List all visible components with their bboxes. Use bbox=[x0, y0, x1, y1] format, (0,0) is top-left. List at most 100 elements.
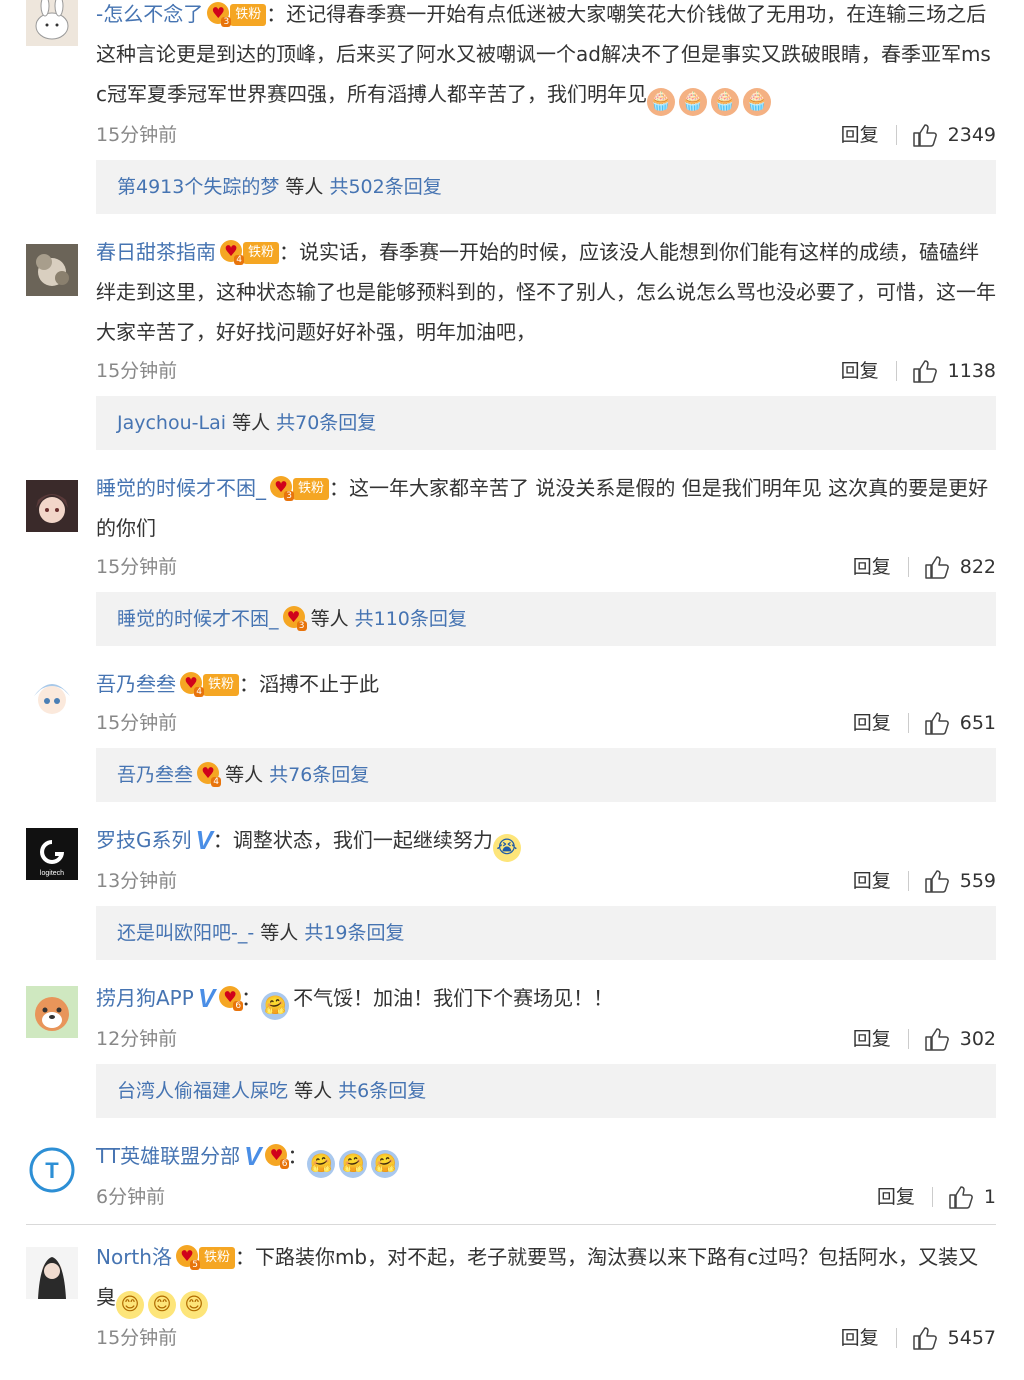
fan-badge[interactable]: ♥ 6 bbox=[219, 986, 244, 1011]
thumbs-up-outline-icon bbox=[924, 556, 949, 579]
comment-list: -怎么不念了 ♥ 3 铁粉 ：还记得春季赛一开始有点低迷被大家嘲笑花大价钱做了无用功，在… bbox=[0, 0, 1024, 1357]
reply-user-link[interactable]: 还是叫欧阳吧-_- bbox=[117, 922, 254, 944]
username-link[interactable]: 吾乃叁叁 bbox=[96, 672, 176, 696]
comment-actions: 回复 559 bbox=[853, 862, 996, 900]
like-count: 822 bbox=[959, 556, 996, 578]
timestamp: 15分钟前 bbox=[96, 712, 178, 734]
reply-count-link[interactable]: 共110条回复 bbox=[355, 608, 467, 630]
logitech-logo-text: logitech bbox=[40, 870, 64, 877]
reply-button[interactable]: 回复 bbox=[853, 548, 891, 586]
reply-count-link[interactable]: 共6条回复 bbox=[338, 1080, 426, 1102]
avatar[interactable]: logitech bbox=[26, 828, 78, 880]
smile-emoji-icon: 😊 bbox=[148, 1291, 176, 1319]
username-link[interactable]: 罗技G系列 bbox=[96, 828, 192, 852]
reply-user-link[interactable]: 台湾人偷福建人屎吃 bbox=[117, 1080, 288, 1102]
username-link[interactable]: North洛 bbox=[96, 1245, 172, 1269]
replies-summary[interactable]: 第4913个失踪的梦 等人 共502条回复 bbox=[96, 160, 996, 214]
reply-user-link[interactable]: 吾乃叁叁 bbox=[117, 764, 193, 786]
reply-button[interactable]: 回复 bbox=[853, 704, 891, 742]
like-count: 2349 bbox=[947, 124, 996, 146]
reply-button[interactable]: 回复 bbox=[853, 862, 891, 900]
reply-button[interactable]: 回复 bbox=[853, 1020, 891, 1058]
like-button[interactable]: 302 bbox=[924, 1020, 996, 1058]
avatar[interactable] bbox=[26, 1247, 78, 1299]
replies-summary[interactable]: Jaychou-Lai 等人 共70条回复 bbox=[96, 396, 996, 450]
hug-emoji-icon: 🤗 bbox=[339, 1150, 368, 1178]
verified-v-icon[interactable]: V bbox=[196, 820, 213, 860]
like-button[interactable]: 1138 bbox=[912, 352, 996, 390]
avatar[interactable] bbox=[26, 0, 78, 46]
like-count: 1138 bbox=[947, 360, 996, 382]
reply-count-link[interactable]: 共19条回复 bbox=[304, 922, 404, 944]
comment-actions: 回复 1138 bbox=[841, 352, 996, 390]
timestamp: 6分钟前 bbox=[96, 1186, 166, 1208]
replies-summary[interactable]: 还是叫欧阳吧-_- 等人 共19条回复 bbox=[96, 906, 996, 960]
comment-item: 春日甜茶指南 ♥ 4 铁粉 ：说实话，春季赛一开始的时候，应该没人能想到你们能有这样的成… bbox=[0, 214, 1024, 450]
fan-badge[interactable]: ♥ 3 铁粉 bbox=[207, 2, 267, 27]
divider bbox=[907, 1029, 909, 1049]
fan-badge[interactable]: ♥ 4 铁粉 bbox=[180, 672, 240, 697]
reply-count-link[interactable]: 共76条回复 bbox=[269, 764, 369, 786]
thumbs-up-outline-icon bbox=[924, 870, 949, 893]
reply-button[interactable]: 回复 bbox=[841, 116, 879, 154]
comment-text: -怎么不念了 ♥ 3 铁粉 ：还记得春季赛一开始有点低迷被大家嘲笑花大价钱做了无用功，在… bbox=[96, 0, 996, 116]
heart-fan-badge-icon: ♥ 5 bbox=[175, 1245, 200, 1270]
avatar[interactable] bbox=[26, 672, 78, 724]
comment-body: ：调整状态，我们一起继续努力 bbox=[212, 828, 493, 852]
replies-summary[interactable]: 睡觉的时候才不困_ ♥ 3 等人 共110条回复 bbox=[96, 592, 996, 646]
heart-fan-badge-icon: ♥ 4 bbox=[197, 762, 222, 787]
comment-text: 睡觉的时候才不困_ ♥ 3 铁粉 ：这一年大家都辛苦了 说没关系是假的 但是我们明年见 … bbox=[96, 468, 996, 548]
username-link[interactable]: 睡觉的时候才不困_ bbox=[96, 476, 266, 500]
replies-summary[interactable]: 台湾人偷福建人屎吃 等人 共6条回复 bbox=[96, 1064, 996, 1118]
reply-count-link[interactable]: 共502条回复 bbox=[329, 176, 441, 198]
comment-meta: 13分钟前 回复 559 bbox=[96, 862, 996, 900]
comment-meta: 15分钟前 回复 5457 bbox=[96, 1319, 996, 1357]
timestamp: 12分钟前 bbox=[96, 1028, 178, 1050]
username-link[interactable]: TT英雄联盟分部 bbox=[96, 1144, 240, 1168]
like-button[interactable]: 651 bbox=[924, 704, 996, 742]
avatar[interactable]: T bbox=[26, 1144, 78, 1196]
username-link[interactable]: 捞月狗APP bbox=[96, 986, 194, 1010]
like-button[interactable]: 1 bbox=[948, 1178, 996, 1216]
reply-count-link[interactable]: 共70条回复 bbox=[276, 412, 376, 434]
comment-item: North洛 ♥ 5 铁粉 ：下路装你mb，对不起，老子就要骂，淘汰赛以来下路有c过吗？… bbox=[0, 1225, 1024, 1357]
reply-button[interactable]: 回复 bbox=[841, 1319, 879, 1357]
reply-user-link[interactable]: Jaychou-Lai bbox=[117, 412, 226, 434]
verified-v-icon[interactable]: V bbox=[244, 1136, 261, 1176]
fan-badge: ♥ 3 bbox=[282, 606, 307, 631]
heart-fan-badge-icon: ♥ 3 bbox=[207, 2, 232, 27]
avatar[interactable] bbox=[26, 986, 78, 1038]
like-count: 1 bbox=[983, 1186, 996, 1208]
like-button[interactable]: 822 bbox=[924, 548, 996, 586]
comment-actions: 回复 2349 bbox=[841, 116, 996, 154]
avatar[interactable] bbox=[26, 244, 78, 296]
fan-badge[interactable]: ♥ 4 铁粉 bbox=[220, 240, 280, 265]
fan-badge[interactable]: ♥ 5 铁粉 bbox=[175, 1245, 235, 1270]
username-link[interactable]: 春日甜茶指南 bbox=[96, 240, 216, 264]
reply-button[interactable]: 回复 bbox=[841, 352, 879, 390]
thumbs-up-outline-icon bbox=[912, 124, 937, 147]
thumbs-up-outline-icon bbox=[949, 1186, 973, 1209]
reply-user-link[interactable]: 第4913个失踪的梦 bbox=[117, 176, 279, 198]
comment-item: 吾乃叁叁 ♥ 4 铁粉 ：滔搏不止于此 15分钟前 回复 651 吾乃叁叁 ♥ 4 等人 共… bbox=[0, 646, 1024, 802]
like-button[interactable]: 2349 bbox=[912, 116, 996, 154]
fan-badge[interactable]: ♥ 6 bbox=[265, 1144, 290, 1169]
divider bbox=[895, 361, 897, 381]
comment-item: 睡觉的时候才不困_ ♥ 3 铁粉 ：这一年大家都辛苦了 说没关系是假的 但是我们明年见 … bbox=[0, 450, 1024, 646]
fan-badge[interactable]: ♥ 3 铁粉 bbox=[270, 476, 330, 501]
like-button[interactable]: 559 bbox=[924, 862, 996, 900]
muffin-emoji-icon: 🧁 bbox=[679, 88, 707, 116]
reply-button[interactable]: 回复 bbox=[877, 1178, 915, 1216]
verified-v-icon[interactable]: V bbox=[198, 978, 215, 1018]
comment-meta: 15分钟前 回复 822 bbox=[96, 548, 996, 586]
like-button[interactable]: 5457 bbox=[912, 1319, 996, 1357]
reply-user-link[interactable]: 睡觉的时候才不困_ bbox=[117, 608, 279, 630]
divider bbox=[907, 871, 909, 891]
avatar[interactable] bbox=[26, 480, 78, 532]
thumbs-up-outline-icon bbox=[924, 1028, 949, 1051]
comment-item: 捞月狗APP V ♥ 6： 🤗 不气馁！加油！我们下个赛场见！！ 12分钟前 回复 302… bbox=[0, 960, 1024, 1118]
thumbs-up-outline-icon bbox=[924, 712, 949, 735]
replies-summary[interactable]: 吾乃叁叁 ♥ 4 等人 共76条回复 bbox=[96, 748, 996, 802]
comment-body: ： bbox=[287, 1144, 308, 1168]
username-link[interactable]: -怎么不念了 bbox=[96, 2, 203, 26]
